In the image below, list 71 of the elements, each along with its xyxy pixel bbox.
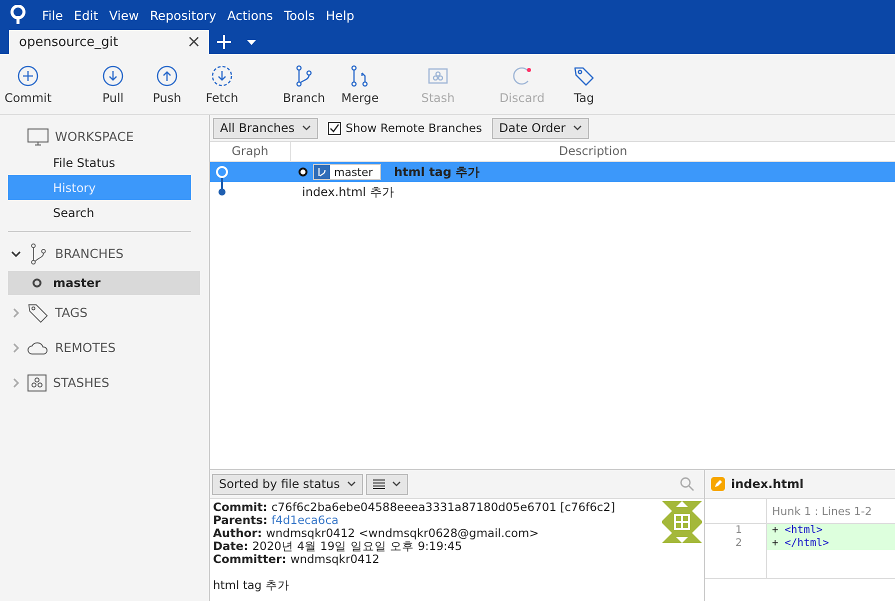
avatar-identicon-icon xyxy=(662,501,702,543)
view-mode-dropdown[interactable] xyxy=(366,474,408,494)
branch-dot-icon xyxy=(32,278,42,288)
commit-row[interactable]: master html tag 추가 xyxy=(210,162,895,182)
caret-icon xyxy=(572,125,582,131)
plus-circle-icon xyxy=(16,64,40,88)
commit-row[interactable]: index.html 추가 xyxy=(210,182,895,202)
branch-icon xyxy=(314,165,330,179)
menu-item[interactable]: Actions xyxy=(227,8,273,22)
toolbar-button[interactable]: Pull xyxy=(93,64,133,104)
head-dot-icon xyxy=(298,167,308,177)
logo-icon xyxy=(10,5,26,25)
toolbar-button[interactable]: Tag xyxy=(566,64,602,104)
pencil-icon xyxy=(711,477,725,491)
monitor-icon xyxy=(27,128,49,146)
tag-icon xyxy=(27,302,49,324)
toolbar-button[interactable]: Commit xyxy=(5,64,51,104)
section-title[interactable]: BRANCHES xyxy=(55,246,124,261)
line-number: 1 xyxy=(735,524,742,536)
order-dropdown[interactable]: Date Order xyxy=(492,118,589,138)
branch-filter-dropdown[interactable]: All Branches xyxy=(213,118,318,138)
menu-item[interactable]: Repository xyxy=(150,8,216,22)
list-icon xyxy=(372,479,385,489)
toolbar-button[interactable]: Merge xyxy=(338,64,382,104)
field-value: 2020년 4월 19일 일요일 오후 9:19:45 xyxy=(252,539,462,553)
field-label: Date: xyxy=(213,539,248,553)
menu-item[interactable]: Tools xyxy=(284,8,315,22)
caret-icon xyxy=(346,481,356,487)
repo-tab[interactable]: opensource_git × xyxy=(9,30,209,54)
menu-item[interactable]: Help xyxy=(326,8,354,22)
section-title[interactable]: WORKSPACE xyxy=(55,129,134,144)
menu-item[interactable]: View xyxy=(109,8,139,22)
section-title[interactable]: TAGS xyxy=(55,305,88,320)
sidebar-item[interactable]: File Status xyxy=(8,150,191,175)
toolbar-button[interactable]: Push xyxy=(147,64,187,104)
section-title[interactable]: REMOTES xyxy=(55,340,116,355)
menu-item[interactable]: Edit xyxy=(74,8,98,22)
cloud-icon xyxy=(27,340,49,356)
chevron-down-icon[interactable] xyxy=(11,248,21,258)
close-icon[interactable]: × xyxy=(186,32,201,52)
checkbox[interactable] xyxy=(328,122,341,134)
sort-dropdown[interactable]: Sorted by file status xyxy=(212,474,363,494)
toolbar-button[interactable]: Fetch xyxy=(202,64,242,104)
dropdown-caret-icon[interactable] xyxy=(247,40,256,45)
section-title[interactable]: STASHES xyxy=(53,375,110,390)
parent-link[interactable]: f4d1eca6ca xyxy=(271,513,339,527)
caret-icon xyxy=(302,125,311,131)
stash-icon xyxy=(27,374,47,392)
add-tab-icon[interactable] xyxy=(217,35,231,49)
commit-message: html tag 추가 xyxy=(213,579,290,592)
checkbox-label: Show Remote Branches xyxy=(346,121,482,135)
field-value: c76f6c2ba6ebe04588eeea3331a87180d05e6701 [c76f6c2] xyxy=(271,500,616,514)
field-value: wndmsqkr0412 <wndmsqkr0628@gmail.com> xyxy=(266,526,539,540)
branch-label: master xyxy=(313,164,381,180)
column-header[interactable]: Description xyxy=(291,142,895,161)
file-name: index.html xyxy=(731,477,804,491)
sidebar-item[interactable]: Search xyxy=(8,200,191,225)
field-label: Commit: xyxy=(213,500,268,514)
caret-icon xyxy=(392,481,401,487)
hunk-header: Hunk 1 : Lines 1-2 xyxy=(771,504,872,518)
column-header[interactable]: Graph xyxy=(210,142,291,161)
field-label: Author: xyxy=(213,526,262,540)
field-value: wndmsqkr0412 xyxy=(290,552,380,566)
commit-message: index.html 추가 xyxy=(302,184,394,200)
toolbar-button[interactable]: Branch xyxy=(282,64,326,104)
field-label: Parents: xyxy=(213,513,268,527)
line-number: 2 xyxy=(735,537,742,549)
field-label: Committer: xyxy=(213,552,286,566)
commit-message: html tag 추가 xyxy=(394,164,480,180)
menu-item[interactable]: File xyxy=(42,8,63,22)
sidebar-item[interactable]: master xyxy=(8,271,200,295)
